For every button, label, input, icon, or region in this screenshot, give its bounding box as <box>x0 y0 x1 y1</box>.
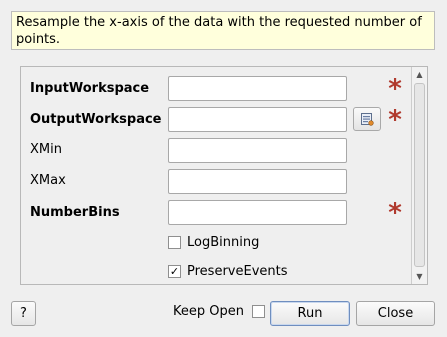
keep-open-option[interactable]: Keep Open <box>173 304 265 319</box>
preserve-events-checkbox[interactable]: ✓ <box>168 264 181 278</box>
preserve-events-label: PreserveEvents <box>187 263 288 279</box>
workspace-browse-icon <box>361 113 374 126</box>
xmax-field[interactable] <box>168 169 347 194</box>
log-binning-checkbox[interactable] <box>168 235 181 249</box>
xmin-field[interactable] <box>168 138 347 163</box>
number-bins-label: NumberBins <box>30 205 120 220</box>
algorithm-description: Resample the x-axis of the data with the… <box>11 11 435 50</box>
preserve-events-option[interactable]: ✓ PreserveEvents <box>168 263 288 279</box>
output-workspace-label: OutputWorkspace <box>30 112 162 127</box>
scroll-up-arrow-icon[interactable]: ▲ <box>412 68 427 81</box>
scroll-down-arrow-icon[interactable]: ▼ <box>412 270 427 283</box>
help-button[interactable]: ? <box>11 301 36 326</box>
log-binning-option[interactable]: LogBinning <box>168 234 259 250</box>
scroll-thumb[interactable] <box>414 83 425 267</box>
number-bins-field[interactable] <box>168 200 347 225</box>
close-button[interactable]: Close <box>356 301 435 326</box>
log-binning-label: LogBinning <box>187 234 260 250</box>
required-marker-output-workspace: * <box>388 105 402 135</box>
keep-open-label: Keep Open <box>173 304 244 319</box>
xmax-label: XMax <box>30 173 66 188</box>
input-workspace-field[interactable] <box>168 76 347 101</box>
workspace-browse-button[interactable] <box>353 107 381 131</box>
input-workspace-label: InputWorkspace <box>30 81 150 96</box>
output-workspace-field[interactable] <box>168 107 347 132</box>
vertical-scrollbar[interactable]: ▲ ▼ <box>411 67 427 284</box>
run-button[interactable]: Run <box>270 301 350 326</box>
required-marker-input-workspace: * <box>388 74 402 104</box>
required-marker-number-bins: * <box>388 198 402 228</box>
keep-open-checkbox[interactable] <box>251 305 265 318</box>
xmin-label: XMin <box>30 142 62 157</box>
